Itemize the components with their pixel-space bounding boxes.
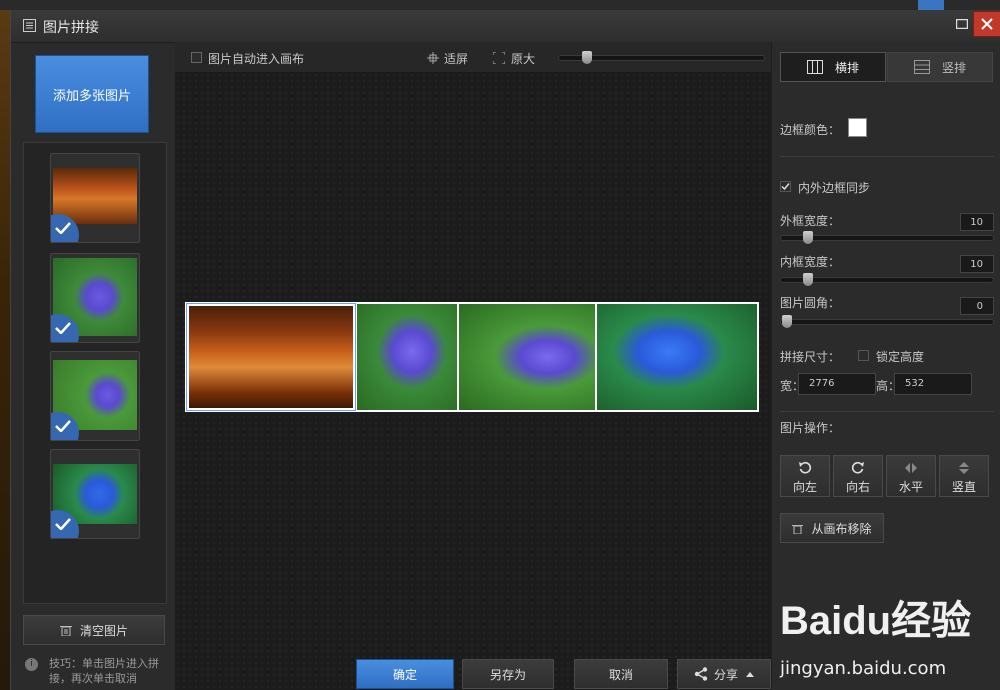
tab-vertical-label: 竖排 <box>941 60 966 75</box>
tab-horizontal[interactable]: 横排 <box>780 52 886 82</box>
divider <box>780 156 994 157</box>
image-stitch-dialog: 图片拼接 添加多张图片 清空图片 i 技巧：单击图片进入拼接，再次单击取消 图片… <box>10 10 1000 690</box>
horizontal-layout-icon <box>806 60 823 74</box>
corner-radius-value[interactable]: 0 <box>960 297 994 315</box>
flip-horizontal-button[interactable]: 水平 <box>886 455 936 497</box>
close-button[interactable] <box>973 11 1000 37</box>
checkmark-icon <box>55 322 71 334</box>
cancel-button[interactable]: 取消 <box>574 659 668 689</box>
purple-flower-photo[interactable] <box>357 304 457 410</box>
original-size-button[interactable]: 原大 <box>511 50 535 67</box>
flip-horizontal-icon <box>905 463 917 473</box>
info-icon: i <box>25 658 38 671</box>
tab-vertical[interactable]: 竖排 <box>887 52 993 82</box>
save-as-button[interactable]: 另存为 <box>462 659 554 689</box>
autumn-forest-photo[interactable] <box>186 303 356 411</box>
auto-canvas-label: 图片自动进入画布 <box>208 52 305 66</box>
checkmark-icon <box>55 222 71 234</box>
checkmark-icon <box>781 183 790 191</box>
clear-images-label: 清空图片 <box>79 623 128 638</box>
fit-screen-icon <box>427 52 439 64</box>
thumbnail-autumn-forest[interactable] <box>50 153 140 243</box>
layout-tabs: 横排 竖排 <box>780 52 994 82</box>
baidu-logo: Baidu经验 <box>780 599 972 643</box>
rotate-right-label: 向右 <box>845 480 870 494</box>
tab-horizontal-label: 横排 <box>834 60 859 75</box>
width-input[interactable]: 2776 <box>798 373 876 395</box>
rotate-right-icon <box>851 461 864 474</box>
image-ops-label: 图片操作： <box>780 421 841 435</box>
clear-images-button[interactable]: 清空图片 <box>23 615 165 645</box>
stitched-image-strip[interactable] <box>185 302 759 412</box>
share-icon <box>694 667 708 681</box>
checkmark-icon <box>55 518 71 530</box>
lock-height-label: 锁定高度 <box>876 350 925 364</box>
sync-borders-checkbox[interactable] <box>780 181 791 192</box>
stitch-size-label: 拼接尺寸： <box>780 350 841 364</box>
height-input[interactable]: 532 <box>894 373 972 395</box>
window-title: 图片拼接 <box>43 20 99 36</box>
rotate-left-icon <box>799 461 812 474</box>
trash-icon <box>792 524 804 534</box>
flip-vertical-label: 竖直 <box>951 480 976 494</box>
blue-flowers-photo[interactable] <box>597 304 757 410</box>
title-bar: 图片拼接 <box>11 10 1000 43</box>
add-images-button[interactable]: 添加多张图片 <box>35 55 149 133</box>
vertical-layout-icon <box>913 60 930 74</box>
trash-icon <box>59 626 72 636</box>
flip-vertical-button[interactable]: 竖直 <box>939 455 989 497</box>
purple-flower-photo-2[interactable] <box>459 304 595 410</box>
remove-from-canvas-label: 从画布移除 <box>811 521 872 536</box>
share-button[interactable]: 分享 <box>677 659 771 689</box>
remove-from-canvas-button[interactable]: 从画布移除 <box>780 513 884 543</box>
original-size-icon <box>493 52 505 64</box>
tip-text: 技巧：单击图片进入拼接，再次单击取消 <box>49 657 159 685</box>
close-icon <box>981 18 993 30</box>
background-app-toolbar <box>0 0 1000 10</box>
sync-borders-label: 内外边框同步 <box>798 181 871 195</box>
thumbnail-list <box>23 142 167 604</box>
lock-height-checkbox[interactable] <box>858 350 869 361</box>
rotate-left-button[interactable]: 向左 <box>780 455 830 497</box>
background-app-button <box>918 0 944 10</box>
rotate-right-button[interactable]: 向右 <box>833 455 883 497</box>
share-label: 分享 <box>713 667 738 682</box>
inner-width-label: 内框宽度： <box>780 255 841 269</box>
maximize-icon <box>956 19 968 29</box>
window-icon <box>23 19 36 32</box>
border-color-label: 边框颜色： <box>780 123 841 137</box>
thumbnail-blue-flowers[interactable] <box>50 449 140 539</box>
thumbnail-purple-flower-1[interactable] <box>50 253 140 343</box>
inner-width-slider-thumb[interactable] <box>803 273 813 286</box>
checkmark-icon <box>55 420 71 432</box>
chevron-up-icon <box>746 672 754 677</box>
left-panel: 添加多张图片 清空图片 i 技巧：单击图片进入拼接，再次单击取消 <box>23 42 167 690</box>
flip-horizontal-label: 水平 <box>898 480 923 494</box>
rotate-left-label: 向左 <box>792 480 817 494</box>
canvas-area: 图片自动进入画布 适屏 原大 确定 另存为 取消 分享 <box>175 42 771 690</box>
inner-width-value[interactable]: 10 <box>960 255 994 273</box>
fit-screen-button[interactable]: 适屏 <box>444 50 468 67</box>
divider <box>780 411 994 412</box>
thumbnail-purple-flower-2[interactable] <box>50 351 140 441</box>
outer-width-slider-thumb[interactable] <box>803 231 813 244</box>
corner-radius-slider-thumb[interactable] <box>782 315 792 328</box>
corner-radius-slider[interactable] <box>780 319 994 325</box>
ok-button[interactable]: 确定 <box>356 659 454 689</box>
zoom-slider-thumb[interactable] <box>582 51 592 64</box>
canvas-toolbar: 图片自动进入画布 适屏 原大 <box>175 42 771 73</box>
flip-vertical-icon <box>959 462 969 474</box>
baidu-url: jingyan.baidu.com <box>780 658 947 679</box>
auto-canvas-checkbox[interactable] <box>191 52 202 63</box>
right-panel: 横排 竖排 边框颜色： 内外边框同步 外框宽度： 10 内框宽度： 10 图片圆… <box>771 42 1000 690</box>
outer-width-label: 外框宽度： <box>780 214 841 228</box>
border-color-swatch[interactable] <box>848 118 867 137</box>
outer-width-value[interactable]: 10 <box>960 213 994 231</box>
corner-radius-label: 图片圆角： <box>780 296 841 310</box>
background-app-image <box>0 10 10 690</box>
